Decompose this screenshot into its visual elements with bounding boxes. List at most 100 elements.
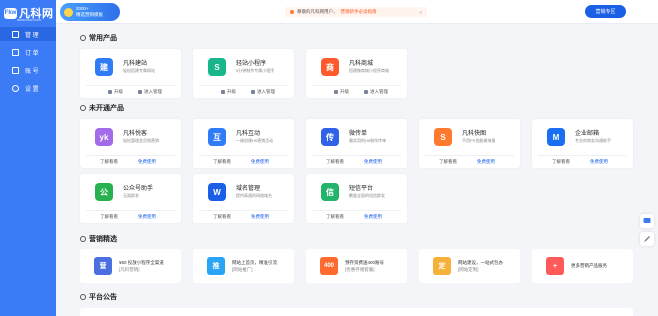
learn-more-link[interactable]: 了解看看 [100,159,118,165]
product-desc: 提供高速的网络域名 [236,193,272,198]
learn-more-link[interactable]: 了解看看 [552,159,570,165]
product-card[interactable]: M 企业邮箱 专业的商务沟通助手 了解看看 免费使用 [532,119,633,168]
marketing-card[interactable]: 推 网站上首页，精准引流 [网站推广] [193,249,294,283]
section-title-common: 常用产品 [80,33,117,43]
divider [86,210,175,211]
product-desc: 专业的商务沟通助手 [575,138,611,143]
upgrade-button[interactable]: 升级 [221,89,236,95]
sidebar-item-orders[interactable]: 订 单 [0,45,56,59]
divider [538,155,627,156]
upgrade-icon [108,90,112,94]
topbar: 2000+ 精选营销模板 尊敬的凡科网用户， 营销新手必读指南 × 营销专区 [56,0,658,24]
product-title: 凡科建站 [123,61,148,67]
manage-icon [251,90,255,94]
sidebar-item-manage[interactable]: 管 理 [0,27,56,41]
announcement-panel [80,308,633,316]
order-icon [12,48,19,56]
flyer-icon: 传 [321,128,339,146]
marketing-card[interactable]: 定 网站建设，一站式包办 [网站定制] [419,249,520,283]
product-desc: 轻松搭建专属网站 [123,68,155,73]
product-card[interactable]: S 轻站小程序 5分钟制作专属小程序 升级 进入管理 [193,49,294,98]
notice-bar[interactable]: 尊敬的凡科网用户， 营销新手必读指南 × [285,7,427,17]
diamond-icon [80,236,86,242]
shopping-bag-icon: 商 [321,58,339,76]
marketing-card[interactable]: 营 ¥50 投放小程序全渠道 [凡科营销] [80,249,181,283]
wechat-assistant-icon: 公 [95,183,113,201]
chat-icon[interactable] [640,214,654,228]
close-icon[interactable]: × [419,10,422,15]
enter-manage-button[interactable]: 进入管理 [364,89,388,95]
product-card[interactable]: 公 公众号助手 无限群发 了解看看 免费使用 [80,174,181,223]
grid-icon [12,30,19,38]
promo-banner[interactable]: 2000+ 精选营销模板 [60,3,120,21]
product-card[interactable]: 商 凡科商城 搭建微商城小程序商城 升级 进入管理 [306,49,407,98]
marketing-line2: [凡科营销] [119,267,140,272]
more-services-icon: + [546,257,564,275]
product-title: 企业邮箱 [575,131,600,137]
divider [199,85,288,86]
notice-link[interactable]: 营销新手必读指南 [341,9,377,15]
learn-more-link[interactable]: 了解看看 [100,214,118,220]
learn-more-link[interactable]: 了解看看 [326,214,344,220]
divider [86,85,175,86]
rocket-icon: 推 [207,257,225,275]
divider [199,155,288,156]
promo-badge-icon [64,7,73,17]
free-use-link[interactable]: 免费使用 [138,214,156,220]
enter-manage-button[interactable]: 进入管理 [251,89,275,95]
settings-icon [12,84,19,92]
free-use-link[interactable]: 免费使用 [138,159,156,165]
free-use-link[interactable]: 免费使用 [364,214,382,220]
product-card[interactable]: 信 短信平台 覆盖全面的短信群发 了解看看 免费使用 [306,174,407,223]
free-use-link[interactable]: 免费使用 [364,159,382,165]
star-icon [80,35,86,41]
product-card[interactable]: W 域名管理 提供高速的网络域名 了解看看 免费使用 [193,174,294,223]
marketing-line1: 网站上首页，精准引流 [232,260,277,265]
learn-more-link[interactable]: 了解看看 [326,159,344,165]
sidebar-item-label: 设 置 [25,86,39,93]
marketing-zone-button[interactable]: 营销专区 [585,5,626,18]
interactive-icon: 互 [208,128,226,146]
product-desc: 轻松管理会员和营销 [123,138,159,143]
free-use-link[interactable]: 免费使用 [251,214,269,220]
marketing-card[interactable]: 400 预存资费送400账号 [优惠存储套餐] [306,249,407,283]
product-card[interactable]: yk 凡科悦客 轻松管理会员和营销 了解看看 免费使用 [80,119,181,168]
account-icon [12,66,19,74]
section-title-unopened: 未开通产品 [80,103,124,113]
learn-more-link[interactable]: 了解看看 [439,159,457,165]
sidebar-item-account[interactable]: 账 号 [0,63,56,77]
upgrade-icon [221,90,225,94]
logo-url: www.fkw.com [17,17,42,22]
clock-icon [80,105,86,111]
free-use-link[interactable]: 免费使用 [590,159,608,165]
notice-text: 尊敬的凡科网用户， [297,9,338,14]
free-use-link[interactable]: 免费使用 [251,159,269,165]
enter-manage-button[interactable]: 进入管理 [138,89,162,95]
product-desc: 无限群发 [123,193,139,198]
marketing-line2: [网站定制] [458,267,479,272]
product-title: 域名管理 [236,186,261,192]
product-card[interactable]: 互 凡科互动 一键创建H5营销活动 了解看看 免费使用 [193,119,294,168]
product-card[interactable]: 建 凡科建站 轻松搭建专属网站 升级 进入管理 [80,49,181,98]
product-desc: 覆盖全面的短信群发 [349,193,385,198]
divider [312,210,401,211]
quick-image-icon: S [434,128,452,146]
upgrade-button[interactable]: 升级 [334,89,349,95]
divider [312,85,401,86]
site-builder-icon: 建 [95,58,113,76]
sidebar-item-label: 账 号 [25,68,39,75]
learn-more-link[interactable]: 了解看看 [213,159,231,165]
section-title-announcement: 平台公告 [80,292,117,302]
free-use-link[interactable]: 免费使用 [477,159,495,165]
learn-more-link[interactable]: 了解看看 [213,214,231,220]
product-card[interactable]: S 凡科快图 不用PS也能做海报 了解看看 免费使用 [419,119,520,168]
marketing-card[interactable]: + 更多营销产品服务 [532,249,633,283]
product-desc: 5分钟制作专属小程序 [236,68,275,73]
marketing-line1: ¥50 投放小程序全渠道 [119,260,164,265]
sidebar-item-settings[interactable]: 设 置 [0,81,56,95]
product-card[interactable]: 传 微传单 最实用的H5制作传单 了解看看 免费使用 [306,119,407,168]
yueke-icon: yk [95,128,113,146]
edit-icon[interactable] [640,232,654,246]
upgrade-button[interactable]: 升级 [108,89,123,95]
logo-mark: Fkw [4,7,17,19]
